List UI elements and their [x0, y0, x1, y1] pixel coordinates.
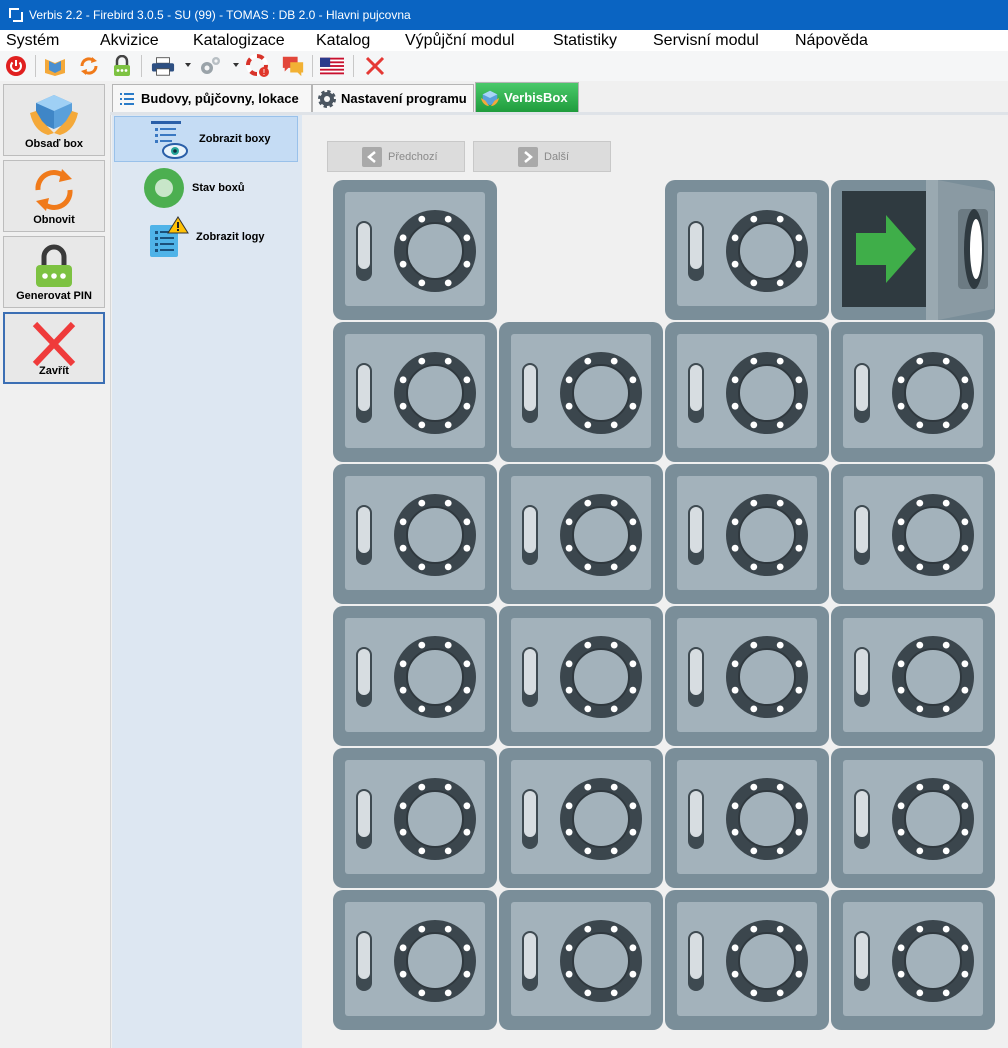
occupy-box-label: Obsaď box — [24, 138, 84, 150]
refresh-button[interactable]: Obnovit — [3, 160, 105, 232]
messages-icon[interactable] — [281, 54, 305, 78]
nav-view-boxes[interactable]: Zobrazit boxy — [114, 116, 298, 162]
chevron-left-icon — [362, 146, 382, 167]
closed-box[interactable] — [498, 463, 664, 605]
logs-warning-icon — [142, 215, 192, 259]
previous-page-label: Předchozí — [388, 150, 438, 163]
closed-box[interactable] — [664, 605, 830, 747]
close-label: Zavřít — [39, 365, 69, 377]
closed-box[interactable] — [332, 889, 498, 1031]
closed-box[interactable] — [830, 889, 996, 1031]
view-boxes-icon — [135, 117, 195, 161]
tab-settings-label: Nastavení programu — [341, 91, 467, 106]
power-icon[interactable] — [4, 54, 28, 78]
tab-verbisbox-label: VerbisBox — [504, 90, 568, 105]
closed-box[interactable] — [664, 889, 830, 1031]
closed-box[interactable] — [830, 321, 996, 463]
closed-box[interactable] — [664, 179, 830, 321]
nav-view-logs[interactable]: Zobrazit logy — [114, 214, 298, 260]
occupy-box-button[interactable]: Obsaď box — [3, 84, 105, 156]
next-page-button[interactable]: Další — [473, 141, 611, 172]
nav-box-status[interactable]: Stav boxů — [114, 165, 298, 211]
closed-box[interactable] — [830, 747, 996, 889]
box-icon — [480, 88, 500, 108]
menu-napoveda[interactable]: Nápověda — [795, 30, 868, 51]
closed-box[interactable] — [498, 889, 664, 1031]
menu-statistiky[interactable]: Statistiky — [553, 30, 617, 51]
nav-box-status-label: Stav boxů — [192, 182, 245, 194]
menu-katalogizace[interactable]: Katalogizace — [193, 30, 285, 51]
closed-box[interactable] — [332, 747, 498, 889]
box-grid-area: Předchozí Další — [302, 115, 1008, 1048]
menu-vypujcni-modul[interactable]: Výpůjční modul — [405, 30, 514, 51]
closed-box[interactable] — [332, 321, 498, 463]
closed-box[interactable] — [498, 321, 664, 463]
tab-bar: Budovy, půjčovny, lokace Nastavení progr… — [110, 81, 1008, 113]
menu-akvizice[interactable]: Akvizice — [100, 30, 159, 51]
list-icon — [117, 89, 137, 109]
menu-system[interactable]: Systém — [6, 30, 59, 51]
side-navigation: Zobrazit boxy Stav boxů Zobrazit logy — [112, 115, 302, 1048]
chevron-right-icon — [518, 146, 538, 167]
tab-buildings[interactable]: Budovy, půjčovny, lokace — [112, 84, 312, 112]
left-action-panel: Obsaď box Obnovit Generovat PIN Zavřít — [0, 81, 111, 1048]
closed-box[interactable] — [830, 463, 996, 605]
closed-box[interactable] — [332, 463, 498, 605]
closed-box[interactable] — [664, 463, 830, 605]
library-icon[interactable] — [43, 54, 67, 78]
status-icon — [140, 166, 188, 210]
closed-box[interactable] — [830, 605, 996, 747]
close-icon[interactable] — [363, 54, 387, 78]
menu-bar: Systém Akvizice Katalogizace Katalog Výp… — [0, 30, 1008, 51]
close-icon — [5, 320, 103, 367]
open-box[interactable] — [830, 179, 996, 321]
generate-pin-label: Generovat PIN — [16, 290, 92, 302]
closed-box[interactable] — [332, 179, 498, 321]
window-title: Verbis 2.2 - Firebird 3.0.5 - SU (99) - … — [29, 8, 411, 22]
title-bar: Verbis 2.2 - Firebird 3.0.5 - SU (99) - … — [0, 0, 1008, 30]
refresh-icon[interactable] — [77, 54, 101, 78]
tab-verbisbox[interactable]: VerbisBox — [475, 82, 579, 112]
toolbar: ! — [0, 51, 1008, 82]
refresh-label: Obnovit — [33, 214, 75, 226]
generate-pin-button[interactable]: Generovat PIN — [3, 236, 105, 308]
closed-box[interactable] — [332, 605, 498, 747]
closed-box[interactable] — [664, 321, 830, 463]
closed-box[interactable] — [498, 747, 664, 889]
settings-icon[interactable] — [198, 54, 222, 78]
next-page-label: Další — [544, 150, 570, 163]
language-flag-icon[interactable] — [320, 54, 344, 78]
lock-pin-icon — [4, 243, 104, 289]
lock-icon[interactable] — [110, 54, 134, 78]
closed-box[interactable] — [664, 747, 830, 889]
close-button[interactable]: Zavřít — [3, 312, 105, 384]
menu-servisni-modul[interactable]: Servisní modul — [653, 30, 759, 51]
tab-buildings-label: Budovy, půjčovny, lokace — [141, 91, 299, 106]
menu-katalog[interactable]: Katalog — [316, 30, 370, 51]
help-icon[interactable]: ! — [246, 54, 270, 78]
previous-page-button[interactable]: Předchozí — [327, 141, 465, 172]
svg-text:!: ! — [262, 68, 265, 77]
app-icon — [9, 8, 23, 22]
printer-icon[interactable] — [151, 54, 175, 78]
tab-settings[interactable]: Nastavení programu — [312, 84, 474, 112]
occupy-box-icon — [4, 91, 104, 137]
gear-icon — [317, 89, 337, 109]
nav-view-logs-label: Zobrazit logy — [196, 231, 265, 243]
refresh-icon — [4, 167, 104, 213]
nav-view-boxes-label: Zobrazit boxy — [199, 133, 271, 145]
closed-box[interactable] — [498, 605, 664, 747]
